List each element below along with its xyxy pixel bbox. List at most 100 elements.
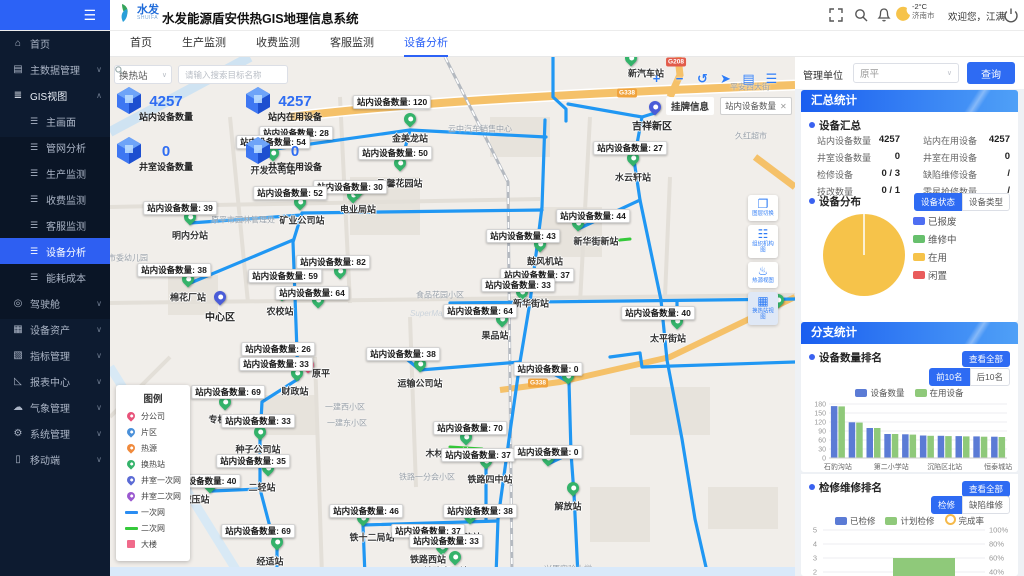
tab-首页[interactable]: 首页	[130, 29, 152, 57]
layers-icon: ❐	[749, 198, 777, 211]
tag-chip[interactable]: 站内设备数量 ✕	[720, 97, 792, 115]
toggle-设备状态[interactable]: 设备状态	[914, 193, 962, 211]
device-count-badge[interactable]: 站内设备数量: 59	[248, 269, 322, 283]
device-count-badge[interactable]: 站内设备数量: 52	[253, 186, 327, 200]
tab-设备分析[interactable]: 设备分析	[404, 29, 448, 57]
station-name: 电业局站	[340, 203, 376, 216]
device-count-badge[interactable]: 站内设备数量: 35	[216, 454, 290, 468]
pie-legend-item-已报废[interactable]: 已报废	[913, 212, 957, 230]
view-button-热源视图[interactable]: ♨热源视图	[748, 262, 778, 288]
toggle-检修[interactable]: 检修	[931, 496, 962, 514]
device-count-badge[interactable]: 站内设备数量: 44	[556, 209, 630, 223]
sidebar-item-能耗成本[interactable]: ☰能耗成本	[0, 264, 110, 290]
device-count-badge[interactable]: 站内设备数量: 40	[621, 306, 695, 320]
moon-weather-icon[interactable]	[896, 6, 912, 22]
device-count-badge[interactable]: 站内设备数量: 33	[481, 278, 555, 292]
device-count-badge[interactable]: 站内设备数量: 38	[443, 504, 517, 518]
sidebar-item-客服监测[interactable]: ☰客服监测	[0, 212, 110, 238]
sidebar-item-指标管理[interactable]: ▧指标管理∨	[0, 342, 110, 368]
tab-收费监测[interactable]: 收费监测	[256, 29, 300, 57]
device-count-badge[interactable]: 设备数量: 40	[184, 474, 241, 488]
toggle-后10名[interactable]: 后10名	[970, 368, 1010, 386]
device-count-badge[interactable]: 站内设备数量: 64	[443, 304, 517, 318]
tab-生产监测[interactable]: 生产监测	[182, 29, 226, 57]
map-canvas[interactable]: SuperMap 金美龙站站内设备数量: 120飞馨花园站站内设备数量: 50站…	[110, 57, 795, 576]
pie-legend-item-在用[interactable]: 在用	[913, 248, 957, 266]
toggle-前10名[interactable]: 前10名	[929, 368, 969, 386]
device-count-badge[interactable]: 站内设备数量: 70	[433, 421, 507, 435]
device-count-badge[interactable]: 站内设备数量: 38	[137, 263, 211, 277]
sidebar-item-label: 移动端	[30, 452, 60, 467]
export-icon[interactable]: ▤	[742, 71, 755, 87]
device-count-badge[interactable]: 站内设备数量: 33	[221, 414, 295, 428]
sidebar-item-管网分析[interactable]: ☰管网分析	[0, 134, 110, 160]
station-name: 运输公司站	[397, 377, 442, 390]
device-count-badge[interactable]: 站内设备数量: 38	[366, 347, 440, 361]
device-count-badge[interactable]: 站内设备数量: 26	[241, 342, 315, 356]
zoom-out-icon[interactable]: −	[673, 71, 686, 87]
device-count-badge[interactable]: 站内设备数量: 0	[514, 445, 583, 459]
sidebar-item-报表中心[interactable]: ◺报表中心∨	[0, 368, 110, 394]
device-count-badge[interactable]: 站内设备数量: 46	[329, 504, 403, 518]
sidebar-item-驾驶舱[interactable]: ◎驾驶舱∨	[0, 290, 110, 316]
mgmt-unit-select[interactable]: 原平 ∨	[853, 63, 959, 83]
view-all-button[interactable]: 查看全部	[962, 481, 1010, 497]
summary-key: 缺陷维修设备	[923, 168, 977, 181]
reset-icon[interactable]: ↺	[696, 71, 709, 87]
sidebar-collapse-button[interactable]: ☰	[0, 0, 110, 30]
device-count-badge[interactable]: 站内设备数量: 0	[514, 362, 583, 376]
device-count-badge[interactable]: 站内设备数量: 64	[275, 286, 349, 300]
query-button[interactable]: 查询	[967, 62, 1015, 84]
device-count-badge[interactable]: 站内设备数量: 37	[441, 448, 515, 462]
home-icon: ⌂	[12, 38, 24, 49]
sidebar-item-主数据管理[interactable]: ▤主数据管理∨	[0, 56, 110, 82]
view-button-组织机构图[interactable]: ☷组织机构图	[748, 225, 778, 258]
notification-bell-icon[interactable]	[876, 7, 892, 23]
sidebar-item-生产监测[interactable]: ☰生产监测	[0, 160, 110, 186]
layer-settings-icon[interactable]: ☰	[765, 71, 778, 87]
sidebar-item-设备资产[interactable]: ▦设备资产∨	[0, 316, 110, 342]
sidebar-item-GIS视图[interactable]: ≣GIS视图∧	[0, 82, 110, 108]
query-row: 管理单位 原平 ∨ 查询	[795, 57, 1024, 89]
map-area-label: 一建西小区	[325, 402, 365, 413]
sidebar-item-首页[interactable]: ⌂首页	[0, 30, 110, 56]
view-button-图层切换[interactable]: ❐图层切换	[748, 195, 778, 221]
view-button-换热站视图[interactable]: ▦换热站视图	[748, 292, 778, 325]
tab-客服监测[interactable]: 客服监测	[330, 29, 374, 57]
device-count-badge[interactable]: 站内设备数量: 39	[143, 201, 217, 215]
view-all-button[interactable]: 查看全部	[962, 351, 1010, 367]
device-count-badge[interactable]: 站内设备数量: 33	[409, 534, 483, 548]
maintenance-ranking-title: 检修维修排名	[819, 480, 882, 495]
device-count-badge[interactable]: 站内设备数量: 69	[191, 385, 265, 399]
device-count-badge[interactable]: 站内设备数量: 69	[221, 524, 295, 538]
zoom-in-icon[interactable]: +	[650, 71, 663, 87]
device-count-badge[interactable]: 站内设备数量: 50	[358, 146, 432, 160]
search-icon[interactable]	[853, 7, 869, 23]
sidebar-item-主画面[interactable]: ☰主画面	[0, 108, 110, 134]
pie-legend-item-维修中[interactable]: 维修中	[913, 230, 957, 248]
device-count-badge[interactable]: 站内设备数量: 120	[353, 95, 431, 109]
sidebar-item-收费监测[interactable]: ☰收费监测	[0, 186, 110, 212]
toggle-缺陷维修[interactable]: 缺陷维修	[962, 496, 1010, 514]
weather-block: -2°C 济南市	[912, 3, 935, 20]
map-search-input[interactable]	[183, 69, 275, 81]
device-count-badge[interactable]: 站内设备数量: 33	[239, 357, 313, 371]
sidebar-item-设备分析[interactable]: ☰设备分析	[0, 238, 110, 264]
measure-icon[interactable]: ➤	[719, 71, 732, 87]
summary-key: 检修设备	[817, 168, 853, 181]
logout-power-icon[interactable]	[1003, 7, 1019, 23]
map-area-label: 食品花园小区	[416, 290, 464, 301]
device-count-badge[interactable]: 站内设备数量: 82	[296, 255, 370, 269]
sidebar-item-气象管理[interactable]: ☁气象管理∨	[0, 394, 110, 420]
sidebar-item-系统管理[interactable]: ⚙系统管理∨	[0, 420, 110, 446]
legend-pin-icon	[125, 474, 136, 485]
device-count-badge[interactable]: 站内设备数量: 43	[486, 229, 560, 243]
search-icon[interactable]	[114, 65, 124, 75]
tag-close-icon[interactable]: ✕	[780, 102, 787, 111]
fullscreen-icon[interactable]	[828, 7, 844, 23]
sidebar-item-移动端[interactable]: ▯移动端∨	[0, 446, 110, 472]
device-count-badge[interactable]: 站内设备数量: 27	[593, 141, 667, 155]
legend-item-label: 换热站	[141, 459, 165, 470]
pie-legend-item-闲置[interactable]: 闲置	[913, 266, 957, 284]
toggle-设备类型[interactable]: 设备类型	[962, 193, 1010, 211]
